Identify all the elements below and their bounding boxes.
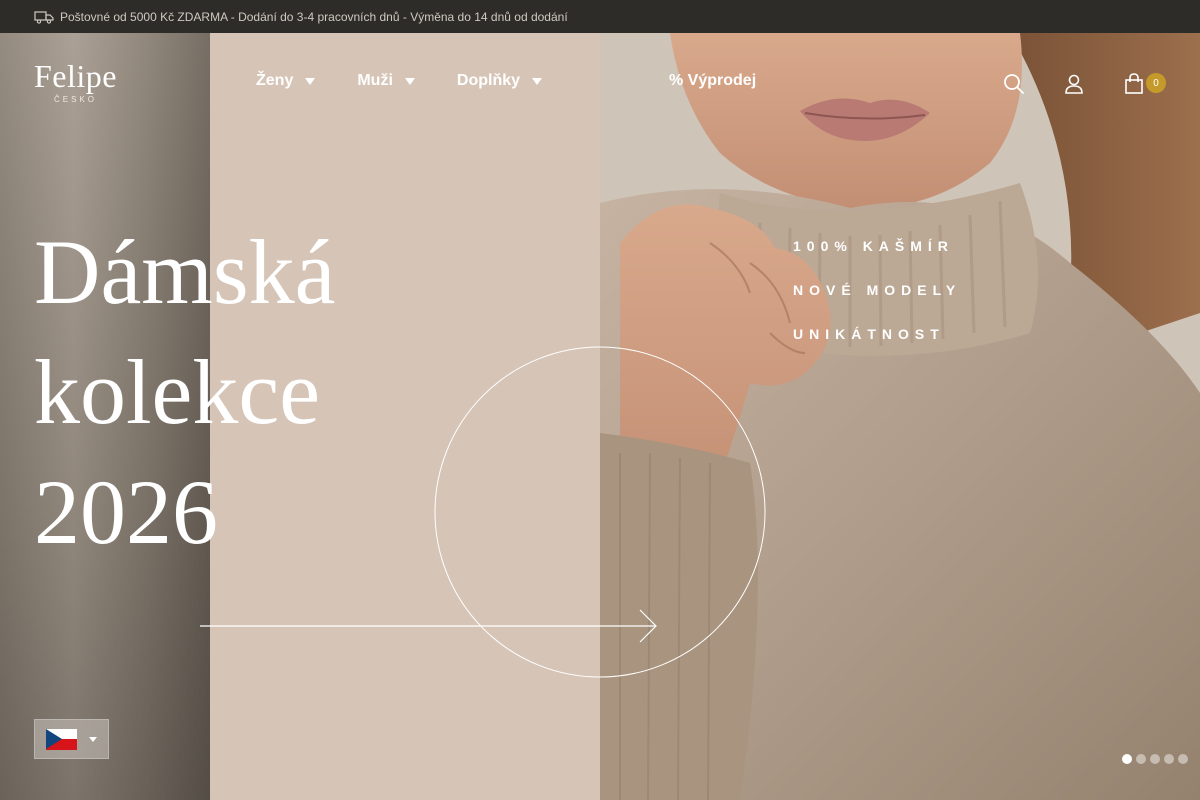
hero-next-arrow[interactable] xyxy=(600,600,670,650)
nav-item-vyprodej[interactable]: % Výprodej xyxy=(669,72,756,90)
search-icon[interactable] xyxy=(1002,72,1026,96)
carousel-dot[interactable] xyxy=(1164,754,1174,764)
caret-down-icon xyxy=(305,77,316,85)
caret-down-icon xyxy=(532,77,543,85)
shopping-bag-icon[interactable] xyxy=(1122,72,1146,96)
language-selector[interactable] xyxy=(34,719,109,759)
model-photo-illustration xyxy=(600,33,1200,800)
carousel-dot[interactable] xyxy=(1178,754,1188,764)
hero-title-line: Dámská xyxy=(34,221,336,323)
czech-flag-icon xyxy=(46,728,77,750)
hero-title: Dámská kolekce 2026 xyxy=(34,212,335,572)
nav-item-label: Muži xyxy=(357,72,393,89)
nav-item-label: Doplňky xyxy=(456,72,521,89)
caret-down-icon xyxy=(89,736,97,742)
feature-item: 100% KAŠMÍR xyxy=(793,238,954,254)
feature-item: NOVÉ MODELY xyxy=(793,282,962,298)
hero-features: 100% KAŠMÍR NOVÉ MODELY UNIKÁTNOST xyxy=(793,238,961,370)
carousel-dots xyxy=(1122,754,1188,764)
announcement-text: Poštovné od 5000 Kč ZDARMA - Dodání do 3… xyxy=(60,9,568,24)
nav-item-label: Ženy xyxy=(256,72,294,89)
nav-item-muzi[interactable]: Muži xyxy=(357,72,415,90)
main-nav: Ženy Muži Doplňky xyxy=(256,72,584,90)
hero-title-line: 2026 xyxy=(34,461,218,563)
hero-image-model xyxy=(600,33,1200,800)
feature-item: UNIKÁTNOST xyxy=(793,326,945,342)
nav-item-zeny[interactable]: Ženy xyxy=(256,72,316,90)
site-logo[interactable]: Felipe ČESKO xyxy=(34,60,117,104)
carousel-dot[interactable] xyxy=(1136,754,1146,764)
hero-title-line: kolekce xyxy=(34,341,321,443)
caret-down-icon xyxy=(404,77,415,85)
sale-label: % Výprodej xyxy=(669,72,757,89)
carousel-dot[interactable] xyxy=(1122,754,1132,764)
carousel-dot[interactable] xyxy=(1150,754,1160,764)
cart-count-badge: 0 xyxy=(1146,73,1166,93)
truck-icon xyxy=(34,10,54,24)
logo-subtitle: ČESKO xyxy=(53,95,97,104)
logo-name: Felipe xyxy=(34,58,117,94)
nav-item-doplnky[interactable]: Doplňky xyxy=(456,72,543,90)
announcement-bar: Poštovné od 5000 Kč ZDARMA - Dodání do 3… xyxy=(0,0,1200,33)
user-icon[interactable] xyxy=(1062,72,1086,96)
